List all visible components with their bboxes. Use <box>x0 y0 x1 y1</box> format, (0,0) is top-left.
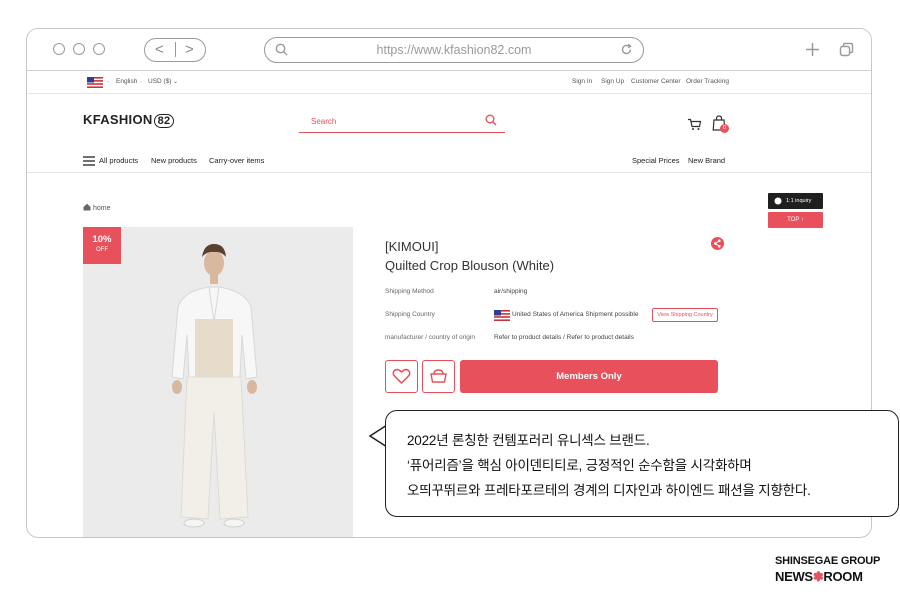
manufacturer-value: Refer to product details / Refer to prod… <box>494 334 634 341</box>
callout-line: 2022년 론칭한 컨템포러리 유니섹스 브랜드. <box>407 433 650 448</box>
discount-badge: 10% OFF <box>83 227 121 264</box>
us-flag-icon <box>494 310 510 321</box>
heart-icon <box>392 368 411 385</box>
newsroom-logo: NEWS✽ROOM <box>775 569 863 585</box>
shopping-bag[interactable]: 0 <box>712 115 729 136</box>
logo-number: 82 <box>153 114 175 128</box>
nav-all-products[interactable]: All products <box>99 156 138 165</box>
tabs-overview-icon[interactable] <box>839 42 854 57</box>
cart-count-badge: 0 <box>720 124 729 133</box>
product-brand[interactable]: [KIMOUI] <box>385 239 438 254</box>
view-shipping-country-button[interactable]: View Shipping Country <box>652 308 718 322</box>
model-photo <box>83 227 353 537</box>
discount-label: OFF <box>96 247 108 253</box>
chat-icon <box>774 197 782 205</box>
shinsegae-group-logo: SHINSEGAE GROUP <box>775 555 881 567</box>
url-text: https://www.kfashion82.com <box>376 43 532 57</box>
language-selector[interactable]: English <box>116 78 137 85</box>
inquiry-button[interactable]: 1:1 inquiry <box>768 193 823 209</box>
newsroom-text-b: ROOM <box>823 569 863 584</box>
forward-button[interactable]: > <box>185 41 194 59</box>
search-input[interactable]: Search <box>299 111 505 133</box>
share-button[interactable] <box>711 237 724 250</box>
shopping-basket-icon <box>430 369 447 383</box>
browser-toolbar: < > https://www.kfashion82.com <box>27 29 871 71</box>
new-tab-icon[interactable] <box>805 42 820 57</box>
shipping-method-value: air/shipping <box>494 288 528 295</box>
add-to-cart-button[interactable] <box>422 360 455 393</box>
category-nav: All products New products Carry-over ite… <box>27 149 871 173</box>
members-only-button[interactable]: Members Only <box>460 360 718 393</box>
breadcrumb-home[interactable]: home <box>93 205 111 212</box>
hamburger-menu-icon[interactable] <box>83 156 95 166</box>
shipping-method-label: Shipping Method <box>385 288 434 295</box>
callout-line: 오띄꾸뛰르와 프레타포르테의 경계의 디자인과 하이엔드 패션을 지향한다. <box>407 483 811 498</box>
back-button[interactable]: < <box>155 41 164 59</box>
callout-bubble: 2022년 론칭한 컨템포러리 유니섹스 브랜드. ‘퓨어리즘’을 핵심 아이덴… <box>385 410 899 517</box>
shipping-country-value: United States of America Shipment possib… <box>512 311 639 318</box>
nav-new-products[interactable]: New products <box>151 156 197 165</box>
wishlist-button[interactable] <box>385 360 418 393</box>
logo-text: KFASHION <box>83 112 153 127</box>
order-tracking-link[interactable]: Order Tracking <box>686 78 729 85</box>
nav-new-brand[interactable]: New Brand <box>688 156 725 165</box>
window-minimize-dot[interactable] <box>73 43 85 55</box>
window-maximize-dot[interactable] <box>93 43 105 55</box>
sign-up-link[interactable]: Sign Up <box>601 78 624 85</box>
manufacturer-label: manufacturer / country of origin <box>385 334 475 341</box>
nav-buttons: < > <box>144 38 206 62</box>
flower-icon: ✽ <box>812 569 824 584</box>
nav-special-prices[interactable]: Special Prices <box>632 156 680 165</box>
currency-selector[interactable]: USD ($) <box>148 78 171 85</box>
scroll-top-button[interactable]: TOP ↑ <box>768 212 823 228</box>
utility-bar: · English · USD ($) ⌄ Sign In Sign Up Cu… <box>27 72 871 94</box>
newsroom-text-a: NEWS <box>775 569 813 584</box>
product-name: Quilted Crop Blouson (White) <box>385 258 555 273</box>
chevron-down-icon[interactable]: ⌄ <box>173 78 178 85</box>
shipping-country-label: Shipping Country <box>385 311 435 318</box>
discount-value: 10% <box>92 234 112 245</box>
window-close-dot[interactable] <box>53 43 65 55</box>
reload-icon[interactable] <box>620 43 633 56</box>
callout-line: ‘퓨어리즘’을 핵심 아이덴티티로, 긍정적인 순수함을 시각화하며 <box>407 458 752 473</box>
sign-in-link[interactable]: Sign In <box>572 78 592 85</box>
search-placeholder: Search <box>311 117 337 126</box>
nav-carry-over-items[interactable]: Carry-over items <box>209 156 264 165</box>
customer-center-link[interactable]: Customer Center <box>631 78 681 85</box>
search-icon[interactable] <box>485 114 497 126</box>
address-bar[interactable]: https://www.kfashion82.com <box>264 37 644 63</box>
cart-icon[interactable] <box>687 118 702 131</box>
language-dot: · <box>107 78 110 85</box>
site-logo[interactable]: KFASHION 82 <box>83 112 175 128</box>
breadcrumb: home <box>83 203 110 212</box>
us-flag-icon <box>87 77 103 88</box>
share-icon <box>714 239 721 248</box>
inquiry-label: 1:1 inquiry <box>786 198 812 204</box>
home-icon[interactable] <box>83 203 91 211</box>
product-image[interactable] <box>83 227 353 537</box>
currency-dot: · <box>140 78 143 85</box>
